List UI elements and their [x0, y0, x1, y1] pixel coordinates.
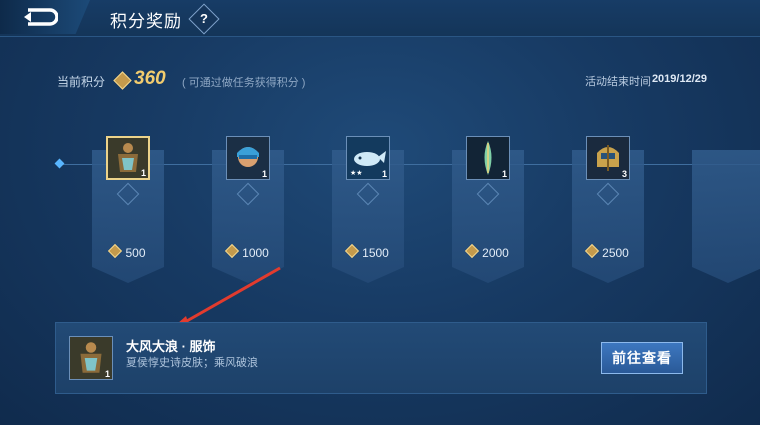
item-quantity: 1	[381, 169, 387, 179]
reward-cost: 500	[92, 243, 164, 260]
points-coin-icon	[465, 243, 480, 259]
detail-item-description: 夏侯惇史诗皮肤；乘风破浪	[126, 357, 258, 369]
points-coin-icon	[225, 243, 240, 259]
detail-item-thumbnail: 1	[69, 336, 113, 380]
back-arrow-icon	[24, 8, 58, 26]
back-button[interactable]	[0, 0, 90, 34]
end-time-value: 2019/12/29	[651, 73, 707, 85]
points-value: 360	[134, 68, 166, 89]
item-quantity: 1	[261, 169, 267, 179]
page-title: 积分奖励	[110, 12, 182, 31]
points-coin-icon	[585, 243, 600, 259]
reward-item-3[interactable]: ★★ 1	[346, 136, 390, 180]
reward-item-4[interactable]: 1	[466, 136, 510, 180]
reward-cost: 2000	[452, 243, 524, 260]
points-coin-icon	[108, 243, 123, 259]
item-quantity: 1	[140, 168, 146, 178]
svg-text:★★: ★★	[350, 169, 363, 177]
reward-card-6-partial[interactable]	[692, 150, 760, 283]
points-hint: ( 可通过做任务获得积分 )	[182, 77, 306, 89]
points-label: 当前积分	[57, 75, 106, 89]
track-start-dot	[54, 158, 65, 169]
points-coin-icon	[113, 71, 132, 90]
item-quantity: 1	[501, 169, 507, 179]
reward-track-line	[60, 164, 760, 165]
detail-item-name: 大风大浪 · 服饰	[126, 339, 216, 354]
reward-item-2[interactable]: 1	[226, 136, 270, 180]
points-coin-icon	[345, 243, 360, 259]
top-bar: 积分奖励 ?	[0, 0, 760, 37]
help-icon: ?	[200, 11, 208, 26]
points-row: 当前积分 360 ( 可通过做任务获得积分 ) 活动结束时间 2019/12/2…	[57, 68, 707, 92]
reward-detail-panel: 1 大风大浪 · 服饰 夏侯惇史诗皮肤；乘风破浪 前往查看	[55, 322, 707, 394]
item-quantity: 1	[104, 369, 110, 379]
end-time-label: 活动结束时间	[585, 76, 651, 88]
item-quantity: 3	[621, 169, 627, 179]
reward-cost: 2500	[572, 243, 644, 260]
help-button[interactable]: ?	[188, 3, 220, 35]
go-view-button[interactable]: 前往查看	[601, 342, 683, 374]
reward-cost: 1000	[212, 243, 284, 260]
reward-cost: 1500	[332, 243, 404, 260]
reward-item-5[interactable]: 3	[586, 136, 630, 180]
reward-card-bg	[692, 150, 760, 283]
reward-item-1[interactable]: 1	[106, 136, 150, 180]
